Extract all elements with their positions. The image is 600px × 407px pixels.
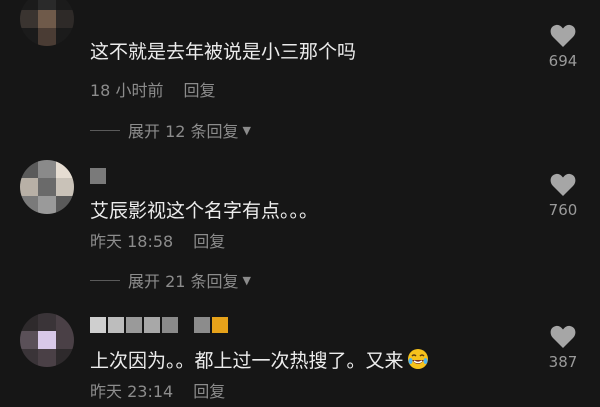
expand-replies-label: 展开 21 条回复 — [128, 272, 239, 291]
comment-meta: 18 小时前 回复 — [90, 77, 215, 101]
like-button[interactable]: 760 — [540, 173, 586, 219]
rofl-face-icon — [407, 348, 429, 375]
comment-time: 昨天 18:58 — [90, 232, 174, 251]
like-count: 694 — [548, 52, 578, 70]
username[interactable] — [90, 317, 228, 333]
avatar[interactable] — [20, 313, 74, 367]
divider-line — [90, 129, 120, 131]
avatar[interactable] — [20, 160, 74, 214]
username[interactable] — [90, 168, 106, 184]
expand-replies-button[interactable]: 展开 12 条回复 ▼ — [90, 118, 251, 142]
like-button[interactable]: 694 — [540, 24, 586, 70]
heart-icon — [550, 173, 576, 196]
expand-replies-button[interactable]: 展开 21 条回复 ▼ — [90, 268, 251, 292]
reply-button[interactable]: 回复 — [193, 382, 225, 401]
reply-button[interactable]: 回复 — [193, 232, 225, 251]
heart-icon — [550, 24, 576, 47]
comment-time: 18 小时前 — [90, 81, 164, 100]
divider-line — [90, 279, 120, 281]
comment-text: 艾辰影视这个名字有点。。。 — [90, 200, 319, 222]
caret-down-icon: ▼ — [242, 273, 252, 287]
comment-text-content: 上次因为。。都上过一次热搜了。又来 — [90, 350, 404, 372]
comment-text: 这不就是去年被说是小三那个吗 — [90, 41, 357, 63]
comment-meta: 昨天 18:58 回复 — [90, 228, 225, 252]
heart-icon — [550, 325, 576, 348]
comment-meta: 昨天 23:14 回复 — [90, 378, 225, 402]
like-button[interactable]: 387 — [540, 325, 586, 371]
avatar[interactable] — [20, 0, 74, 46]
like-count: 387 — [548, 353, 578, 371]
comment-text: 上次因为。。都上过一次热搜了。又来 — [90, 346, 429, 375]
expand-replies-label: 展开 12 条回复 — [128, 122, 239, 141]
comment-time: 昨天 23:14 — [90, 382, 174, 401]
reply-button[interactable]: 回复 — [183, 81, 215, 100]
like-count: 760 — [548, 201, 578, 219]
caret-down-icon: ▼ — [242, 123, 252, 137]
